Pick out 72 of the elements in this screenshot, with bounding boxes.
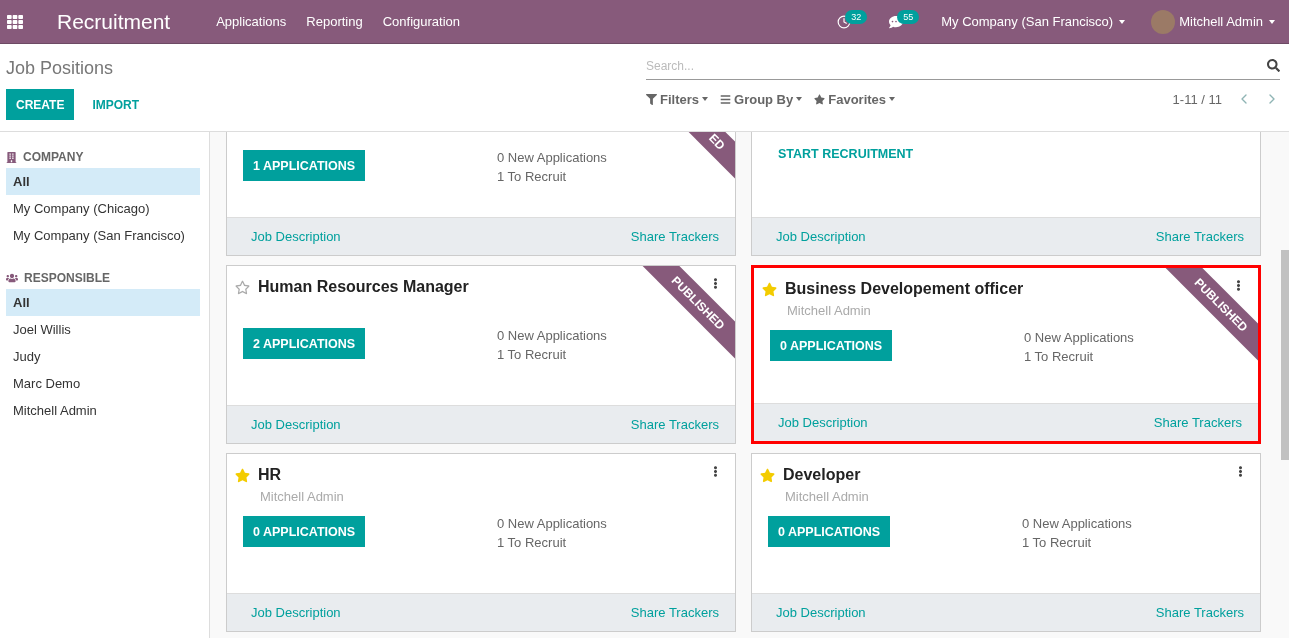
footer-link[interactable]: Job Description	[778, 415, 868, 430]
new-applications-text[interactable]: 0 New Applications	[497, 516, 607, 531]
sidebar-item[interactable]: Judy	[6, 343, 200, 370]
new-applications-text[interactable]: 0 New Applications	[497, 328, 607, 343]
responsible-name: Mitchell Admin	[260, 488, 345, 506]
sidebar-item[interactable]: Mitchell Admin	[6, 397, 200, 424]
footer-link[interactable]: Share Trackers	[630, 229, 719, 244]
footer-link[interactable]: Job Description	[776, 229, 866, 244]
applications-button[interactable]: 1 APPLICATIONS	[243, 150, 366, 181]
footer-link[interactable]: Job Description	[251, 417, 341, 432]
apps-menu-icon[interactable]	[7, 13, 23, 30]
users-icon	[6, 272, 18, 284]
filter-dropdown[interactable]: Favorites	[814, 91, 896, 107]
funnel-icon	[646, 93, 657, 105]
star-icon[interactable]	[762, 281, 777, 297]
new-applications-text[interactable]: 0 New Applications	[1024, 330, 1134, 345]
star-outline-icon[interactable]	[235, 279, 250, 295]
footer-link[interactable]: Share Trackers	[1153, 415, 1242, 430]
footer-link[interactable]: Share Trackers	[630, 417, 719, 432]
job-title: Developer	[783, 466, 861, 484]
to-recruit-text: 1 To Recruit	[497, 169, 567, 184]
create-button[interactable]: CREATE	[6, 89, 75, 120]
sidebar-item[interactable]: Joel Willis	[6, 316, 200, 343]
activity-count-badge: 32	[845, 9, 868, 24]
filter-heading: COMPANY	[23, 150, 84, 164]
footer-link[interactable]: Job Description	[251, 605, 341, 620]
star-icon[interactable]	[235, 467, 250, 483]
job-title: HR	[258, 466, 282, 484]
sidebar-item[interactable]: My Company (San Francisco)	[6, 222, 200, 249]
footer-link[interactable]: Share Trackers	[1155, 229, 1244, 244]
menu-link[interactable]: Configuration	[382, 14, 460, 29]
footer-link[interactable]: Share Trackers	[630, 605, 719, 620]
sidebar-item[interactable]: My Company (Chicago)	[6, 195, 200, 222]
to-recruit-text: 1 To Recruit	[497, 347, 567, 362]
star-icon	[814, 93, 826, 105]
new-applications-text[interactable]: 0 New Applications	[497, 150, 607, 165]
to-recruit-text: 1 To Recruit	[497, 535, 567, 550]
new-applications-text[interactable]: 0 New Applications	[1022, 516, 1132, 531]
clock-icon[interactable]	[837, 14, 852, 29]
footer-link[interactable]: Share Trackers	[1155, 605, 1244, 620]
sidebar-item[interactable]: Marc Demo	[6, 370, 200, 397]
job-title: Human Resources Manager	[258, 278, 469, 296]
responsible-name: Mitchell Admin	[785, 488, 870, 506]
applications-button[interactable]: 0 APPLICATIONS	[768, 516, 891, 547]
job-title: Business Developement officer	[785, 280, 1024, 298]
applications-button[interactable]: 0 APPLICATIONS	[243, 516, 366, 547]
filter-heading: RESPONSIBLE	[24, 271, 110, 285]
to-recruit-text: 1 To Recruit	[1022, 535, 1092, 550]
start-recruitment-link[interactable]: START RECRUITMENT	[778, 147, 1244, 161]
sidebar-item[interactable]: All	[6, 168, 200, 195]
search-icon[interactable]	[1267, 59, 1280, 72]
filter-dropdown[interactable]: Filters	[646, 91, 708, 107]
user-menu[interactable]: Mitchell Admin	[1179, 14, 1275, 29]
menu-link[interactable]: Reporting	[306, 14, 363, 29]
company-switcher[interactable]: My Company (San Francisco)	[941, 14, 1126, 29]
star-icon[interactable]	[760, 467, 775, 483]
filter-dropdown[interactable]: Group By	[720, 91, 803, 107]
scrollbar-thumb[interactable]	[1281, 250, 1289, 460]
building-icon	[6, 151, 17, 163]
page-title: Job Positions	[6, 58, 115, 79]
app-title: Recruitment	[57, 9, 171, 34]
menu-link[interactable]: Applications	[216, 14, 287, 29]
message-count-badge: 55	[897, 9, 920, 24]
import-button[interactable]: IMPORT	[82, 89, 150, 120]
sidebar-item[interactable]: All	[6, 289, 200, 316]
list-icon	[720, 93, 731, 105]
applications-button[interactable]: 2 APPLICATIONS	[243, 328, 366, 359]
to-recruit-text: 1 To Recruit	[1024, 349, 1094, 364]
applications-button[interactable]: 0 APPLICATIONS	[770, 330, 893, 361]
footer-link[interactable]: Job Description	[251, 229, 341, 244]
pager-text: 1-11 / 11	[1172, 91, 1222, 107]
footer-link[interactable]: Job Description	[776, 605, 866, 620]
